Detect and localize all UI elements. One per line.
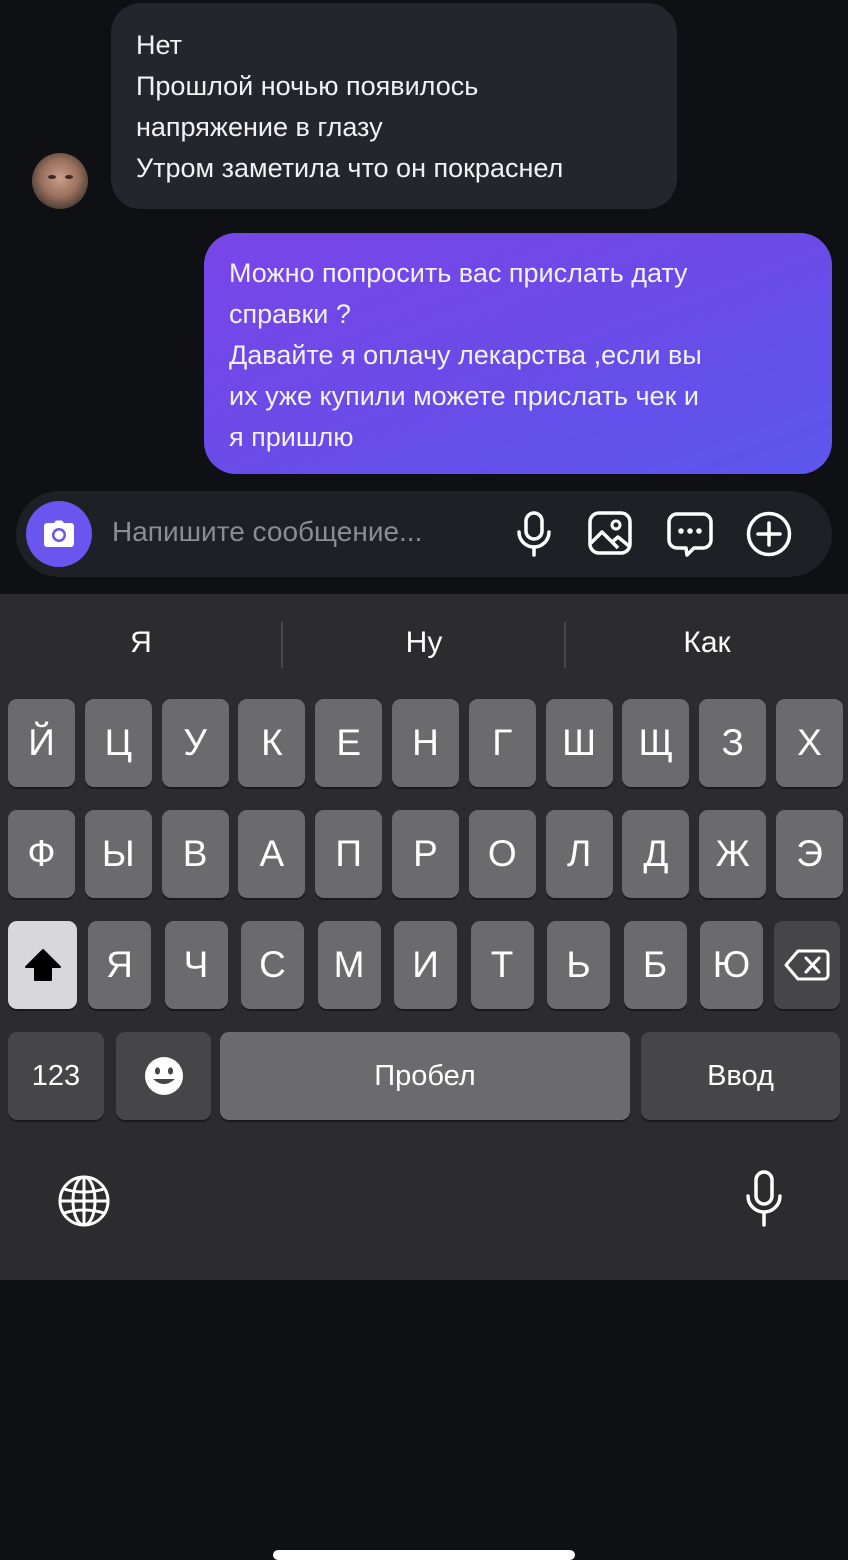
letter-key[interactable]: О bbox=[468, 810, 536, 898]
return-key-label: Ввод bbox=[707, 1059, 774, 1092]
incoming-message-bubble[interactable]: Нет Прошлой ночью появилось напряжение в… bbox=[111, 3, 677, 209]
message-line: Утром заметила что он покраснел bbox=[136, 153, 564, 183]
space-key[interactable]: Пробел bbox=[220, 1032, 630, 1120]
letter-key[interactable]: Н bbox=[392, 699, 459, 787]
avatar[interactable] bbox=[32, 153, 88, 209]
message-input[interactable]: Напишите сообщение... bbox=[112, 516, 422, 548]
camera-icon bbox=[44, 520, 74, 547]
letter-key[interactable]: Б bbox=[623, 921, 687, 1009]
letter-key[interactable]: Л bbox=[545, 810, 613, 898]
message-line: Давайте я оплачу лекарства ,если вы bbox=[229, 340, 702, 370]
shift-icon bbox=[24, 949, 61, 981]
emoji-icon bbox=[144, 1057, 183, 1095]
letter-key[interactable]: У bbox=[161, 699, 229, 787]
numbers-key[interactable]: 123 bbox=[8, 1032, 104, 1120]
emoji-key[interactable] bbox=[116, 1032, 211, 1120]
letter-key[interactable]: П bbox=[315, 810, 383, 898]
letter-key[interactable]: Э bbox=[776, 810, 843, 898]
letter-key[interactable]: Ф bbox=[8, 810, 75, 898]
message-line: Прошлой ночью появилось bbox=[136, 71, 479, 101]
camera-button[interactable] bbox=[26, 501, 92, 567]
letter-key[interactable]: И bbox=[394, 921, 457, 1009]
shift-key[interactable] bbox=[8, 921, 77, 1009]
letter-key[interactable]: А bbox=[238, 810, 306, 898]
letter-key[interactable]: Ы bbox=[84, 810, 152, 898]
message-line: справки ? bbox=[229, 299, 351, 329]
microphone-icon[interactable] bbox=[514, 511, 554, 557]
message-line: Можно попросить вас прислать дату bbox=[229, 258, 688, 288]
plus-icon[interactable] bbox=[746, 511, 792, 557]
letter-key[interactable]: Ш bbox=[545, 699, 613, 787]
letter-key[interactable]: Ю bbox=[700, 921, 763, 1009]
outgoing-message-bubble[interactable]: Можно попросить вас прислать дату справк… bbox=[204, 233, 832, 474]
dictation-icon[interactable] bbox=[745, 1170, 783, 1228]
letter-key[interactable]: Ц bbox=[84, 699, 152, 787]
backspace-icon bbox=[784, 949, 830, 981]
suggestion-1[interactable]: Я bbox=[0, 626, 282, 660]
letter-key[interactable]: Т bbox=[470, 921, 534, 1009]
globe-icon[interactable] bbox=[57, 1174, 111, 1228]
letter-key[interactable]: К bbox=[238, 699, 306, 787]
letter-key[interactable]: Щ bbox=[622, 699, 690, 787]
chat-bubble-icon[interactable] bbox=[667, 511, 713, 557]
message-line: Нет bbox=[136, 30, 182, 60]
numbers-key-label: 123 bbox=[31, 1059, 81, 1092]
letter-key[interactable]: Д bbox=[622, 810, 690, 898]
keyboard: Я Ну Как ЙЦУКЕНГШЩЗХ ФЫВАПРОЛДЖЭ ЯЧСМИТЬ… bbox=[0, 594, 848, 1560]
letter-key[interactable]: Й bbox=[8, 699, 75, 787]
letter-key[interactable]: Ж bbox=[699, 810, 767, 898]
suggestion-3[interactable]: Как bbox=[566, 626, 848, 660]
letter-key[interactable]: Ч bbox=[164, 921, 228, 1009]
return-key[interactable]: Ввод bbox=[641, 1032, 840, 1120]
letter-key[interactable]: Х bbox=[776, 699, 843, 787]
message-line: я пришлю bbox=[229, 422, 354, 452]
message-line: их уже купили можете прислать чек и bbox=[229, 381, 699, 411]
letter-key[interactable]: С bbox=[241, 921, 304, 1009]
letter-key[interactable]: Е bbox=[315, 699, 383, 787]
message-line: напряжение в глазу bbox=[136, 112, 383, 142]
backspace-key[interactable] bbox=[774, 921, 840, 1009]
letter-key[interactable]: З bbox=[699, 699, 767, 787]
letter-key[interactable]: Я bbox=[88, 921, 151, 1009]
letter-key[interactable]: В bbox=[161, 810, 229, 898]
letter-key[interactable]: Ь bbox=[547, 921, 610, 1009]
suggestion-2[interactable]: Ну bbox=[283, 626, 565, 660]
letter-key[interactable]: Р bbox=[392, 810, 459, 898]
image-icon[interactable] bbox=[588, 511, 632, 555]
space-key-label: Пробел bbox=[374, 1059, 476, 1092]
letter-key[interactable]: М bbox=[317, 921, 381, 1009]
home-indicator[interactable] bbox=[273, 1550, 575, 1560]
letter-key[interactable]: Г bbox=[468, 699, 536, 787]
message-composer: Напишите сообщение... bbox=[16, 491, 832, 577]
